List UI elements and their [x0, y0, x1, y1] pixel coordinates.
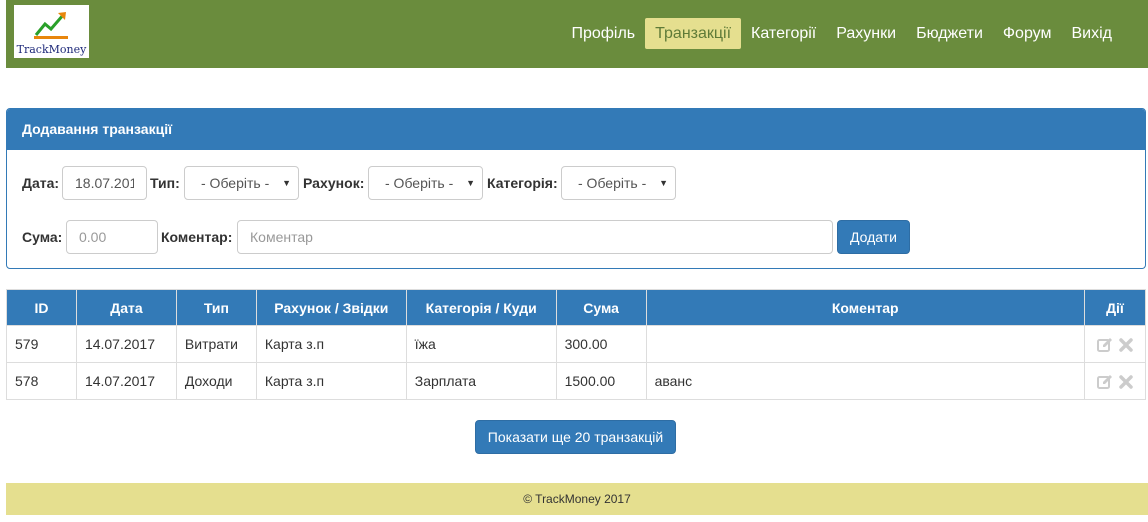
top-navbar: TrackMoney Профіль Транзакції Категорії …: [6, 0, 1148, 68]
cell-actions: [1083, 325, 1147, 363]
comment-label: Коментар:: [161, 229, 233, 245]
caret-down-icon: ▼: [282, 178, 291, 188]
table-header-row: ID Дата Тип Рахунок / Звідки Категорія /…: [6, 289, 1147, 326]
cell-id: 579: [6, 325, 77, 363]
cell-category: Зарплата: [405, 362, 557, 400]
cell-account: Карта з.п: [255, 325, 407, 363]
column-header-comment[interactable]: Коментар: [645, 289, 1085, 326]
cell-amount: 1500.00: [555, 362, 647, 400]
delete-icon[interactable]: [1119, 337, 1133, 352]
category-select[interactable]: - Оберіть - ▼: [561, 166, 676, 200]
column-header-id[interactable]: ID: [6, 289, 77, 326]
date-input[interactable]: [62, 166, 147, 200]
nav-item-forum[interactable]: Форум: [993, 18, 1062, 49]
main-nav: Профіль Транзакції Категорії Рахунки Бюд…: [561, 18, 1122, 49]
amount-label: Сума:: [22, 229, 63, 245]
nav-item-transactions[interactable]: Транзакції: [645, 18, 742, 49]
table-row: 578 14.07.2017 Доходи Карта з.п Зарплата…: [6, 362, 1147, 400]
cell-comment: аванс: [645, 362, 1085, 400]
cell-date: 14.07.2017: [75, 325, 177, 363]
column-header-type[interactable]: Тип: [175, 289, 257, 326]
nav-item-categories[interactable]: Категорії: [741, 18, 826, 49]
footer-copyright: © TrackMoney 2017: [523, 492, 631, 506]
column-header-account[interactable]: Рахунок / Звідки: [255, 289, 407, 326]
category-label: Категорія:: [487, 175, 558, 191]
edit-icon[interactable]: [1097, 374, 1113, 390]
delete-icon[interactable]: [1119, 374, 1133, 389]
panel-title: Додавання транзакції: [7, 109, 1145, 150]
footer: © TrackMoney 2017: [6, 483, 1148, 515]
type-select[interactable]: - Оберіть - ▼: [184, 166, 299, 200]
account-select-value: - Оберіть -: [385, 175, 454, 191]
nav-item-budgets[interactable]: Бюджети: [906, 18, 993, 49]
add-transaction-button[interactable]: Додати: [837, 220, 910, 254]
nav-item-logout[interactable]: Вихід: [1062, 18, 1123, 49]
edit-icon[interactable]: [1097, 337, 1113, 353]
trend-chart-icon: [34, 9, 68, 39]
account-select[interactable]: - Оберіть - ▼: [368, 166, 483, 200]
cell-account: Карта з.п: [255, 362, 407, 400]
transactions-table: ID Дата Тип Рахунок / Звідки Категорія /…: [6, 289, 1147, 400]
column-header-category[interactable]: Категорія / Куди: [405, 289, 557, 326]
cell-type: Витрати: [175, 325, 257, 363]
column-header-amount[interactable]: Сума: [555, 289, 647, 326]
load-more-button[interactable]: Показати ще 20 транзакцій: [475, 420, 676, 454]
column-header-date[interactable]: Дата: [75, 289, 177, 326]
cell-amount: 300.00: [555, 325, 647, 363]
type-select-value: - Оберіть -: [201, 175, 270, 191]
nav-item-profile[interactable]: Профіль: [561, 18, 645, 49]
brand-name: TrackMoney: [16, 43, 87, 56]
date-label: Дата:: [22, 175, 60, 191]
comment-input[interactable]: [237, 220, 833, 254]
account-label: Рахунок:: [303, 175, 365, 191]
amount-input[interactable]: [66, 220, 158, 254]
column-header-actions: Дії: [1083, 289, 1147, 326]
cell-comment: [645, 325, 1085, 363]
nav-item-accounts[interactable]: Рахунки: [826, 18, 906, 49]
cell-type: Доходи: [175, 362, 257, 400]
cell-actions: [1083, 362, 1147, 400]
caret-down-icon: ▼: [659, 178, 668, 188]
caret-down-icon: ▼: [466, 178, 475, 188]
table-row: 579 14.07.2017 Витрати Карта з.п їжа 300…: [6, 325, 1147, 363]
add-transaction-panel: Додавання транзакції Дата: Тип: - Оберіт…: [6, 108, 1146, 269]
category-select-value: - Оберіть -: [578, 175, 647, 191]
type-label: Тип:: [150, 175, 180, 191]
cell-date: 14.07.2017: [75, 362, 177, 400]
cell-category: їжа: [405, 325, 557, 363]
brand-logo[interactable]: TrackMoney: [14, 5, 89, 58]
cell-id: 578: [6, 362, 77, 400]
